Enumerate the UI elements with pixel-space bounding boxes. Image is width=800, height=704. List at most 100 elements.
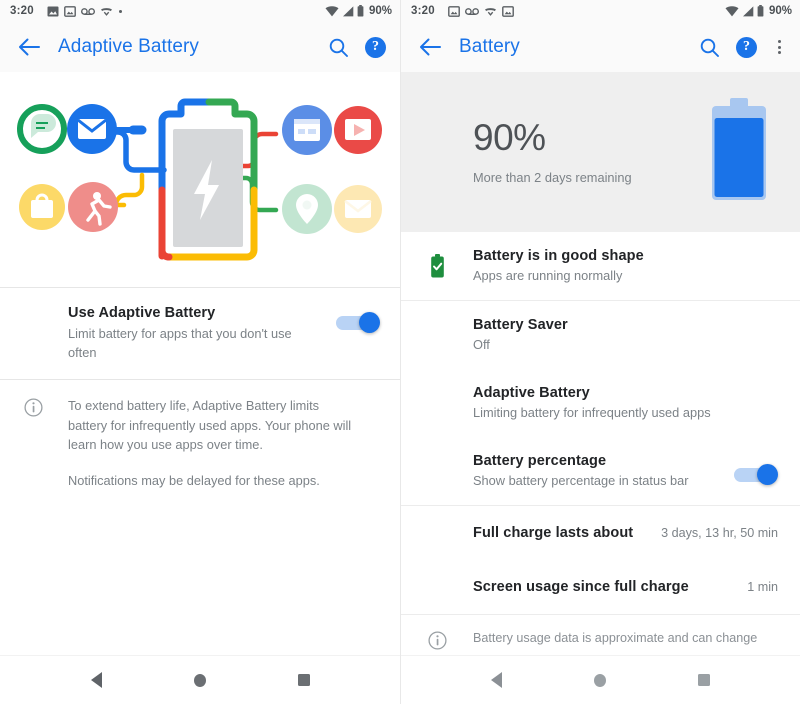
- messages-icon: [17, 104, 67, 154]
- list-item-title: Full charge lasts about: [473, 525, 634, 541]
- search-icon[interactable]: [698, 36, 720, 58]
- page-title: Battery: [459, 36, 520, 57]
- recents-square-icon[interactable]: [284, 660, 324, 700]
- battery-icon: [757, 5, 764, 17]
- shopping-bag-icon: [19, 184, 65, 230]
- list-item-full-charge-lasts[interactable]: Full charge lasts about 3 days, 13 hr, 5…: [401, 506, 800, 560]
- battery-summary-text: 90% More than 2 days remaining: [473, 119, 708, 185]
- missed-call-icon: [484, 8, 496, 16]
- status-notification-icons: [47, 5, 123, 17]
- list-item-subtitle: Apps are running normally: [473, 267, 623, 283]
- list-item-value: 1 min: [747, 580, 778, 594]
- list-item-subtitle: Limiting battery for infrequently used a…: [473, 404, 711, 420]
- status-bar-left: 3:20: [10, 5, 325, 17]
- list-item-title: Adaptive Battery: [473, 384, 590, 401]
- list-item-title: Battery is in good shape: [473, 247, 644, 264]
- status-bar-right: 90%: [325, 5, 392, 17]
- toggle-thumb: [359, 312, 380, 333]
- search-icon[interactable]: [327, 36, 349, 58]
- location-pin-icon: [282, 184, 332, 234]
- list-item-title: Screen usage since full charge: [473, 579, 689, 595]
- illustration-svg: [17, 98, 382, 261]
- home-circle-icon[interactable]: [180, 660, 220, 700]
- use-adaptive-battery-toggle[interactable]: [336, 312, 380, 334]
- navigation-bar: [401, 655, 800, 704]
- toolbar-battery: Battery ?: [401, 22, 800, 72]
- list-item-body: Battery Saver Off: [473, 305, 778, 366]
- dual-screenshot-container: 3:20 90% Adaptive Battery ? Use Adaptive…: [0, 0, 800, 704]
- photo-frame-icon: [63, 5, 76, 17]
- list-item-body: Screen usage since full charge 1 min: [473, 569, 778, 605]
- battery-bolt-icon: [158, 98, 258, 261]
- toolbar-adaptive-battery: Adaptive Battery ?: [0, 22, 400, 72]
- home-circle-icon[interactable]: [580, 660, 620, 700]
- back-arrow-icon[interactable]: [417, 34, 443, 60]
- battery-settings-list: Battery is in good shape Apps are runnin…: [401, 232, 800, 655]
- list-item-subtitle: Show battery percentage in status bar: [473, 472, 689, 488]
- list-item-screen-usage[interactable]: Screen usage since full charge 1 min: [401, 560, 800, 614]
- help-icon[interactable]: ?: [365, 36, 386, 58]
- wifi-icon: [725, 5, 739, 16]
- voicemail-icon: [80, 7, 95, 15]
- info-paragraph-1: To extend battery life, Adaptive Battery…: [68, 398, 352, 452]
- list-item-subtitle: Off: [473, 336, 490, 352]
- setting-subtitle: Limit battery for apps that you don't us…: [68, 326, 292, 360]
- fitness-run-icon: [68, 182, 118, 232]
- video-play-icon: [334, 106, 382, 154]
- status-battery-percent: 90%: [768, 5, 792, 17]
- status-time: 3:20: [411, 5, 435, 17]
- battery-percentage-toggle[interactable]: [734, 463, 778, 486]
- status-notification-icons: [447, 5, 514, 17]
- photo-frame-icon: [447, 5, 460, 17]
- list-item-battery-good-shape[interactable]: Battery is in good shape Apps are runnin…: [401, 232, 800, 300]
- info-paragraph-2: Notifications may be delayed for these a…: [68, 473, 320, 489]
- battery-summary: 90% More than 2 days remaining: [401, 72, 800, 232]
- image-icon: [47, 6, 59, 16]
- battery-icon: [357, 5, 364, 17]
- phone-screen-battery: 3:20 90% Battery ? 90% More than 2 days …: [400, 0, 800, 704]
- setting-texts: Use Adaptive Battery Limit battery for a…: [68, 305, 336, 362]
- list-item-body: Battery percentage Show battery percenta…: [473, 441, 734, 502]
- mail-icon: [334, 185, 382, 233]
- signal-icon: [342, 5, 354, 16]
- list-item-title: Battery percentage: [473, 452, 607, 469]
- list-item-battery-percentage[interactable]: Battery percentage Show battery percenta…: [401, 437, 800, 505]
- list-item-battery-saver[interactable]: Battery Saver Off: [401, 301, 800, 369]
- phone-screen-adaptive-battery: 3:20 90% Adaptive Battery ? Use Adaptive…: [0, 0, 400, 704]
- calendar-icon: [282, 105, 332, 155]
- info-texts: To extend battery life, Adaptive Battery…: [46, 396, 380, 491]
- status-battery-percent: 90%: [368, 5, 392, 17]
- help-icon[interactable]: ?: [736, 36, 757, 58]
- footer-info-text: Battery usage data is approximate and ca…: [473, 631, 758, 645]
- adaptive-battery-illustration: [0, 72, 400, 287]
- photo-frame-icon: [501, 5, 514, 17]
- voicemail-icon: [464, 7, 479, 15]
- list-item-adaptive-battery[interactable]: Adaptive Battery Limiting battery for in…: [401, 369, 800, 437]
- navigation-bar: [0, 655, 400, 704]
- battery-check-icon: [423, 254, 451, 278]
- setting-title: Use Adaptive Battery: [68, 305, 216, 321]
- status-time: 3:20: [10, 5, 34, 17]
- info-icon: [20, 396, 46, 491]
- back-arrow-icon[interactable]: [16, 34, 42, 60]
- recents-square-icon[interactable]: [684, 660, 724, 700]
- status-bar: 3:20 90%: [0, 0, 400, 22]
- status-bar: 3:20 90%: [401, 0, 800, 22]
- info-icon: [423, 629, 451, 650]
- page-title: Adaptive Battery: [58, 36, 200, 57]
- footer-info-block: Battery usage data is approximate and ca…: [401, 615, 800, 650]
- back-triangle-icon[interactable]: [76, 660, 116, 700]
- back-triangle-icon[interactable]: [477, 660, 517, 700]
- battery-percent-large: 90%: [473, 117, 546, 158]
- list-item-body: Adaptive Battery Limiting battery for in…: [473, 373, 778, 434]
- wifi-icon: [325, 5, 339, 16]
- status-bar-right: 90%: [725, 5, 792, 17]
- battery-full-icon: [708, 97, 770, 207]
- toolbar-actions: ?: [698, 36, 786, 58]
- toggle-thumb: [757, 463, 778, 485]
- setting-row-use-adaptive-battery[interactable]: Use Adaptive Battery Limit battery for a…: [0, 288, 400, 379]
- overflow-menu-icon[interactable]: [773, 37, 786, 57]
- status-bar-left: 3:20: [411, 5, 725, 17]
- list-item-title: Battery Saver: [473, 316, 568, 333]
- battery-remaining-text: More than 2 days remaining: [473, 170, 632, 185]
